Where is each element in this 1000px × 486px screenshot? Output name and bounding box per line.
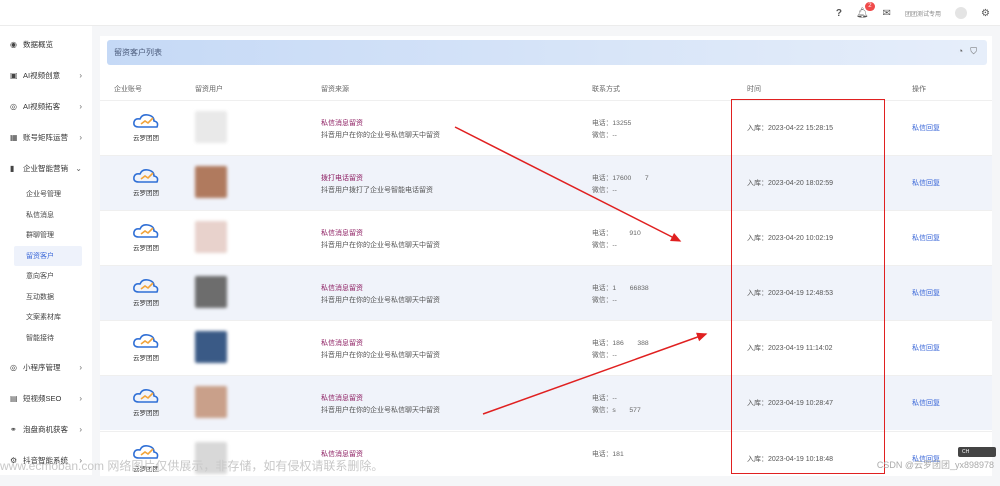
arrow-upper (454, 126, 682, 242)
annotation-arrows (454, 126, 708, 415)
watermark: www.ecmoban.com 网络图片仅供展示，非存储，如有侵权请联系删除。 (0, 459, 384, 473)
arrow-lower (482, 332, 708, 415)
lang-badge: CH (958, 447, 996, 457)
credit-text: CSDN @云罗团团_yx898978 (876, 460, 994, 470)
